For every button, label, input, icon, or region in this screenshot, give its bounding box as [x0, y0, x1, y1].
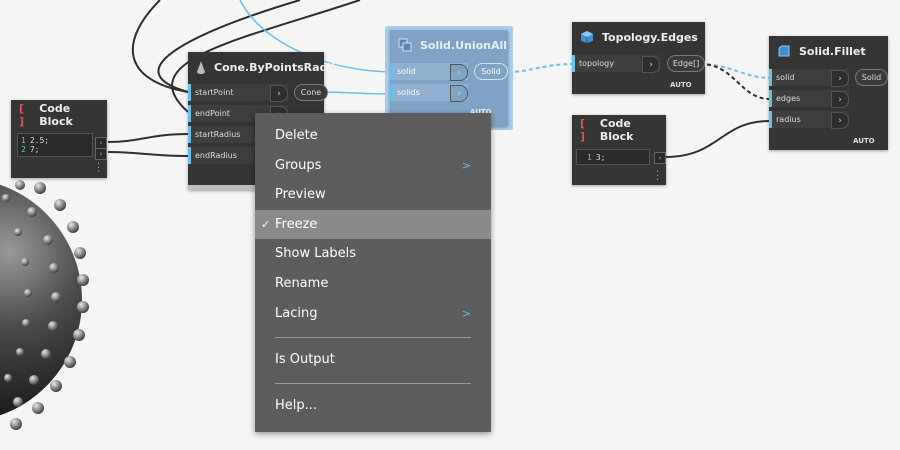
menu-item-show-labels[interactable]: Show Labels: [255, 239, 491, 268]
input-port-solid[interactable]: solid ›: [390, 63, 468, 81]
line-number: 2: [21, 145, 26, 154]
union-icon: [398, 38, 412, 52]
line-number: 1: [587, 153, 592, 162]
output-port-cone[interactable]: Cone: [294, 84, 328, 101]
port-label: solid: [397, 67, 416, 76]
port-arrow-icon: ›: [450, 85, 468, 102]
solid-fillet-node[interactable]: Solid.Fillet solid › edges › radius › Solid…: [769, 36, 888, 150]
menu-item-label: Rename: [275, 276, 329, 291]
port-arrow-icon: ›: [831, 70, 849, 87]
node-header: Cone.ByPointsRadii: [188, 52, 335, 82]
node-header: Solid.UnionAll: [390, 30, 508, 60]
node-header: [ ] Code Block: [11, 100, 107, 130]
port-arrow-icon: ›: [831, 112, 849, 129]
node-menu-icon[interactable]: · · ·: [97, 160, 100, 178]
menu-item-label: Delete: [275, 128, 318, 143]
solid-union-all-node[interactable]: Solid.UnionAll solid › solids › Solid AUTO: [390, 30, 508, 126]
lacing-indicator: AUTO: [670, 81, 692, 89]
menu-item-help[interactable]: Help...: [255, 391, 491, 420]
output-port[interactable]: ›: [654, 152, 666, 164]
code-line: 2.5;: [29, 136, 50, 145]
port-label: edges: [776, 94, 801, 103]
node-menu-icon[interactable]: · · ·: [656, 168, 659, 186]
menu-item-freeze[interactable]: ✓ Freeze: [255, 210, 491, 239]
code-editor[interactable]: 1 2.5; 2 7;: [17, 133, 93, 157]
input-port-endradius[interactable]: endRadius: [188, 147, 258, 164]
menu-item-lacing[interactable]: Lacing >: [255, 299, 491, 328]
input-port-radius[interactable]: radius ›: [769, 111, 849, 129]
node-context-menu: Delete Groups > Preview ✓ Freeze Show Labe…: [255, 113, 491, 432]
code-bracket-icon: [ ]: [19, 102, 25, 128]
port-label: endRadius: [195, 151, 237, 160]
menu-separator: [275, 337, 471, 338]
node-title: Code Block: [39, 102, 73, 128]
menu-item-preview[interactable]: Preview: [255, 180, 491, 209]
menu-item-label: Freeze: [275, 217, 318, 232]
menu-item-label: Lacing: [275, 306, 318, 321]
code-block-node[interactable]: [ ] Code Block 1 2.5; 2 7; › › · · ·: [11, 100, 107, 178]
chevron-right-icon: >: [461, 307, 471, 320]
topology-edges-node[interactable]: Topology.Edges topology › Edge[] AUTO: [572, 22, 705, 94]
sphere-preview: [0, 180, 89, 430]
port-arrow-icon: ›: [270, 85, 288, 102]
port-arrow-icon: ›: [450, 64, 468, 81]
menu-item-groups[interactable]: Groups >: [255, 151, 491, 180]
port-label: topology: [579, 59, 614, 68]
node-header: Topology.Edges: [572, 22, 705, 52]
input-port-startradius[interactable]: startRadius: [188, 126, 258, 143]
node-header: [ ] Code Block: [572, 115, 666, 145]
menu-item-label: Help...: [275, 398, 318, 413]
menu-item-rename[interactable]: Rename: [255, 269, 491, 298]
port-label: endPoint: [195, 109, 230, 118]
code-bracket-icon: [ ]: [580, 117, 586, 143]
menu-item-label: Preview: [275, 187, 326, 202]
fillet-icon: [777, 44, 791, 58]
menu-item-label: Is Output: [275, 352, 335, 367]
menu-separator: [275, 383, 471, 384]
code-line: 7;: [29, 145, 40, 154]
input-port-solid[interactable]: solid ›: [769, 69, 849, 87]
cone-icon: [196, 60, 206, 74]
checkmark-icon: ✓: [261, 218, 271, 231]
node-title: Code Block: [599, 117, 634, 143]
line-number: 1: [21, 136, 26, 145]
output-port-solid[interactable]: Solid: [855, 69, 888, 86]
input-port-solids[interactable]: solids ›: [390, 84, 468, 102]
lacing-indicator: AUTO: [853, 137, 875, 145]
node-title: Topology.Edges: [602, 30, 698, 44]
node-title: Solid.Fillet: [799, 44, 866, 58]
port-label: solids: [397, 88, 420, 97]
port-arrow-icon: ›: [642, 56, 660, 73]
output-port-edges[interactable]: Edge[]: [667, 55, 705, 72]
node-header: Solid.Fillet: [769, 36, 888, 66]
code-block-node[interactable]: [ ] Code Block 1 3; › · · ·: [572, 115, 666, 186]
port-arrow-icon: ›: [831, 91, 849, 108]
node-title: Cone.ByPointsRadii: [214, 60, 335, 74]
port-label: startPoint: [195, 88, 234, 97]
menu-item-label: Show Labels: [275, 246, 357, 261]
menu-item-is-output[interactable]: Is Output: [255, 345, 491, 374]
input-port-edges[interactable]: edges ›: [769, 90, 849, 108]
input-port-topology[interactable]: topology ›: [572, 55, 660, 73]
code-editor[interactable]: 1 3;: [576, 149, 650, 165]
port-label: solid: [776, 73, 795, 82]
menu-item-label: Groups: [275, 158, 322, 173]
menu-item-delete[interactable]: Delete: [255, 121, 491, 150]
code-line: 3;: [595, 153, 606, 162]
node-title: Solid.UnionAll: [420, 38, 508, 52]
port-label: radius: [776, 115, 801, 124]
port-label: startRadius: [195, 130, 241, 139]
cube-icon: [580, 30, 594, 44]
chevron-right-icon: >: [461, 159, 471, 172]
input-port-startpoint[interactable]: startPoint ›: [188, 84, 288, 102]
output-port-solid[interactable]: Solid: [474, 63, 508, 80]
